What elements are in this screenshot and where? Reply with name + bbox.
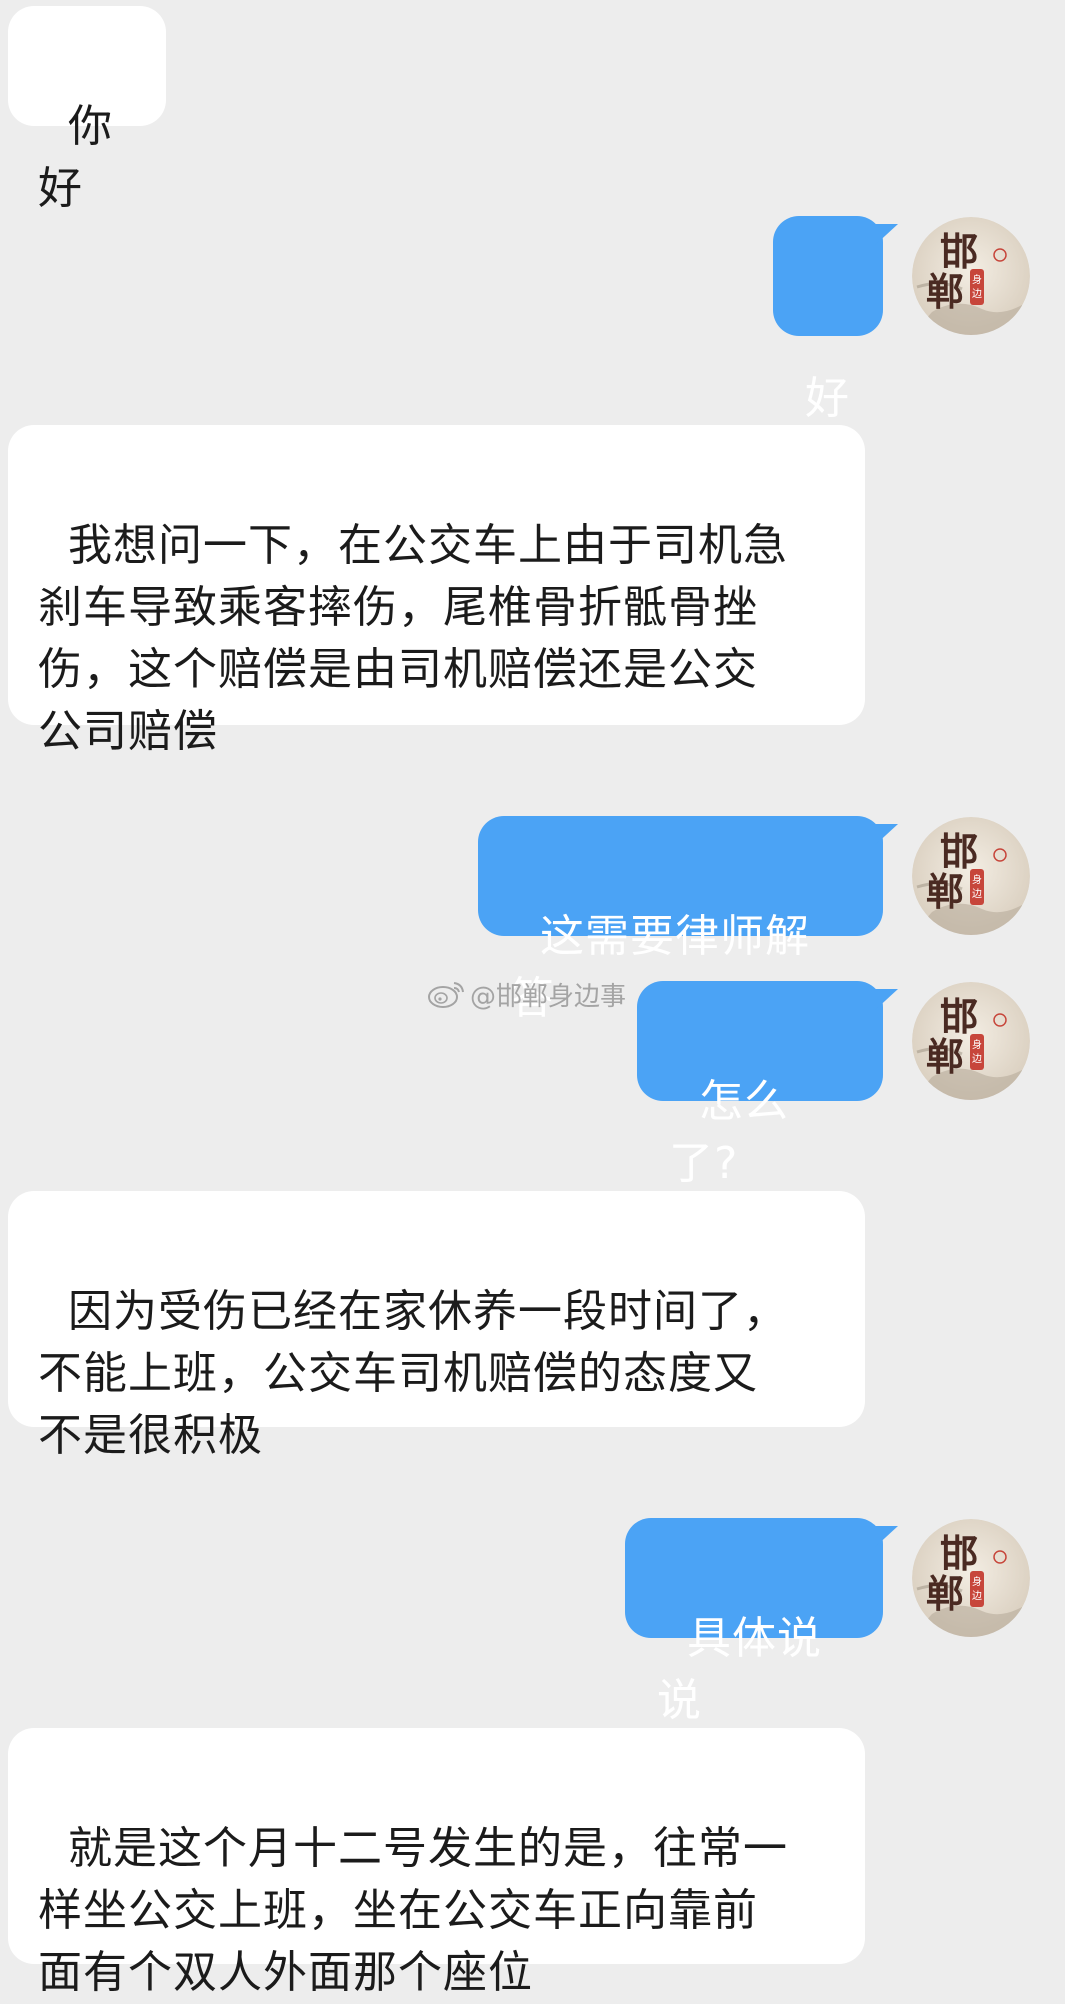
svg-text:边: 边 (972, 1590, 982, 1602)
svg-text:郸: 郸 (926, 1034, 964, 1079)
message-bubble-outgoing[interactable]: 怎么了? (637, 981, 898, 1189)
avatar-logo-icon: 邯 郸 身 边 (912, 217, 1030, 335)
svg-text:郸: 郸 (926, 1571, 964, 1616)
svg-text:邯: 邯 (940, 1531, 978, 1576)
avatar-logo-icon: 邯 郸 身 边 (912, 817, 1030, 935)
message-text: 因为受伤已经在家休养一段时间了， 不能上班，公交车司机赔偿的态度又 不是很积极 (38, 1286, 788, 1461)
svg-text:身: 身 (972, 873, 982, 886)
svg-text:邯: 邯 (940, 994, 978, 1039)
svg-text:郸: 郸 (926, 869, 964, 914)
svg-text:边: 边 (972, 1053, 982, 1065)
svg-text:郸: 郸 (926, 269, 964, 314)
svg-text:身: 身 (972, 1575, 982, 1588)
svg-text:边: 边 (972, 888, 982, 900)
message-text: 我想问一下，在公交车上由于司机急 刹车导致乘客摔伤，尾椎骨折骶骨挫 伤，这个赔偿… (38, 520, 788, 757)
svg-text:邯: 邯 (940, 829, 978, 874)
message-bubble-outgoing[interactable]: 具体说说 (625, 1518, 898, 1726)
message-text: 怎么了? (669, 1076, 789, 1189)
svg-text:邯: 邯 (940, 229, 978, 274)
message-bubble-outgoing[interactable]: 这需要律师解答 (478, 816, 898, 1024)
svg-text:边: 边 (972, 288, 982, 300)
avatar[interactable]: 邯 郸 身 边 (912, 982, 1030, 1100)
avatar-logo-icon: 邯 郸 身 边 (912, 1519, 1030, 1637)
message-text: 好 (805, 373, 850, 424)
avatar-logo-icon: 邯 郸 身 边 (912, 982, 1030, 1100)
message-bubble-incoming[interactable]: 我想问一下，在公交车上由于司机急 刹车导致乘客摔伤，尾椎骨折骶骨挫 伤，这个赔偿… (8, 425, 865, 757)
message-bubble-incoming[interactable]: 就是这个月十二号发生的是，往常一 样坐公交上班，坐在公交车正向靠前 面有个双人外… (8, 1728, 865, 1998)
svg-text:身: 身 (972, 273, 982, 286)
avatar[interactable]: 邯 郸 身 边 (912, 1519, 1030, 1637)
message-bubble-outgoing[interactable]: 好 (773, 216, 898, 424)
message-bubble-incoming[interactable]: 因为受伤已经在家休养一段时间了， 不能上班，公交车司机赔偿的态度又 不是很积极 (8, 1191, 865, 1461)
weibo-icon (428, 982, 464, 1008)
avatar[interactable]: 邯 郸 身 边 (912, 817, 1030, 935)
message-text: 就是这个月十二号发生的是，往常一 样坐公交上班，坐在公交车正向靠前 面有个双人外… (38, 1823, 788, 1998)
avatar[interactable]: 邯 郸 身 边 (912, 217, 1030, 335)
message-text: 具体说说 (657, 1613, 822, 1726)
message-text: 你好 (38, 101, 113, 214)
message-bubble-incoming[interactable]: 你好 (8, 6, 166, 214)
svg-text:身: 身 (972, 1038, 982, 1051)
